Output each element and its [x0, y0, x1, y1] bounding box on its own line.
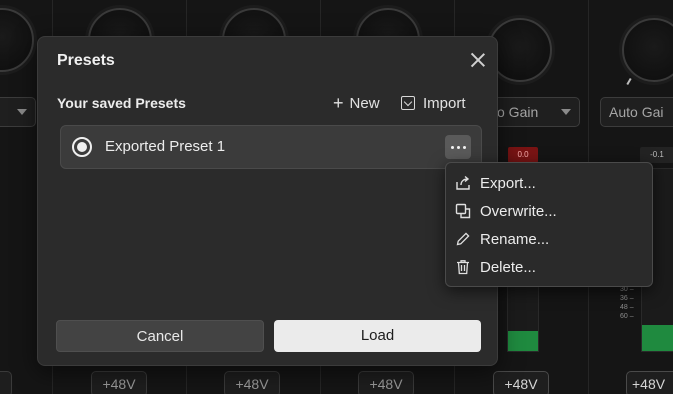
cancel-button[interactable]: Cancel: [56, 320, 264, 352]
scale-mark: 60 –: [620, 313, 634, 320]
preset-name: Exported Preset 1: [105, 138, 226, 155]
menu-item-label: Rename...: [480, 230, 550, 248]
close-icon[interactable]: [468, 50, 488, 70]
auto-gain-select[interactable]: [0, 97, 36, 127]
clip-indicator: -0.1: [640, 147, 673, 163]
plus-icon: +: [333, 93, 344, 113]
menu-item-rename[interactable]: Rename...: [446, 225, 652, 253]
level-meter-fill: [642, 325, 673, 351]
scale-mark: 48 –: [620, 304, 634, 311]
new-label: New: [349, 94, 380, 112]
auto-gain-label: o Gain: [497, 104, 539, 120]
chevron-down-icon: [561, 109, 571, 115]
phantom-power-button[interactable]: +48V: [358, 371, 414, 394]
menu-item-label: Export...: [480, 174, 536, 192]
more-options-button[interactable]: [445, 135, 471, 159]
import-label: Import: [423, 94, 466, 112]
preset-list-item[interactable]: Exported Preset 1: [60, 125, 482, 169]
menu-item-label: Overwrite...: [480, 202, 557, 220]
pencil-icon: [456, 232, 470, 246]
phantom-power-button[interactable]: +48V: [626, 371, 673, 394]
chevron-down-icon: [17, 109, 27, 115]
trash-icon: [457, 260, 469, 275]
dialog-title: Presets: [57, 52, 115, 69]
radio-selected-icon[interactable]: [72, 137, 92, 157]
new-preset-button[interactable]: + New: [333, 92, 380, 114]
phantom-power-button[interactable]: +48V: [493, 371, 549, 394]
phantom-power-button[interactable]: +48V: [91, 371, 147, 394]
ellipsis-icon: [463, 146, 466, 149]
phantom-power-button[interactable]: [0, 371, 12, 394]
menu-item-export[interactable]: Export...: [446, 169, 652, 197]
level-meter-fill: [508, 331, 538, 351]
menu-item-label: Delete...: [480, 258, 536, 276]
presets-dialog: Presets Your saved Presets + New Import …: [37, 36, 498, 366]
menu-item-delete[interactable]: Delete...: [446, 253, 652, 281]
gain-knob[interactable]: [0, 8, 34, 72]
ellipsis-icon: [457, 146, 460, 149]
auto-gain-label: Auto Gai: [609, 104, 664, 120]
auto-gain-select[interactable]: o Gain: [488, 97, 580, 127]
clip-indicator: 0.0: [508, 147, 538, 163]
import-preset-button[interactable]: Import: [401, 92, 466, 114]
meter-scale: 30 – 36 – 48 – 60 –: [620, 285, 634, 321]
scale-mark: 36 –: [620, 295, 634, 302]
menu-item-overwrite[interactable]: Overwrite...: [446, 197, 652, 225]
export-icon: [456, 175, 470, 190]
phantom-power-button[interactable]: +48V: [224, 371, 280, 394]
ellipsis-icon: [451, 146, 454, 149]
import-icon: [401, 96, 415, 110]
saved-presets-label: Your saved Presets: [57, 95, 186, 111]
auto-gain-select[interactable]: Auto Gai: [600, 97, 673, 127]
load-button[interactable]: Load: [274, 320, 481, 352]
preset-context-menu: Export... Overwrite... Rename... Delete.…: [445, 162, 653, 287]
overwrite-icon: [455, 203, 471, 219]
